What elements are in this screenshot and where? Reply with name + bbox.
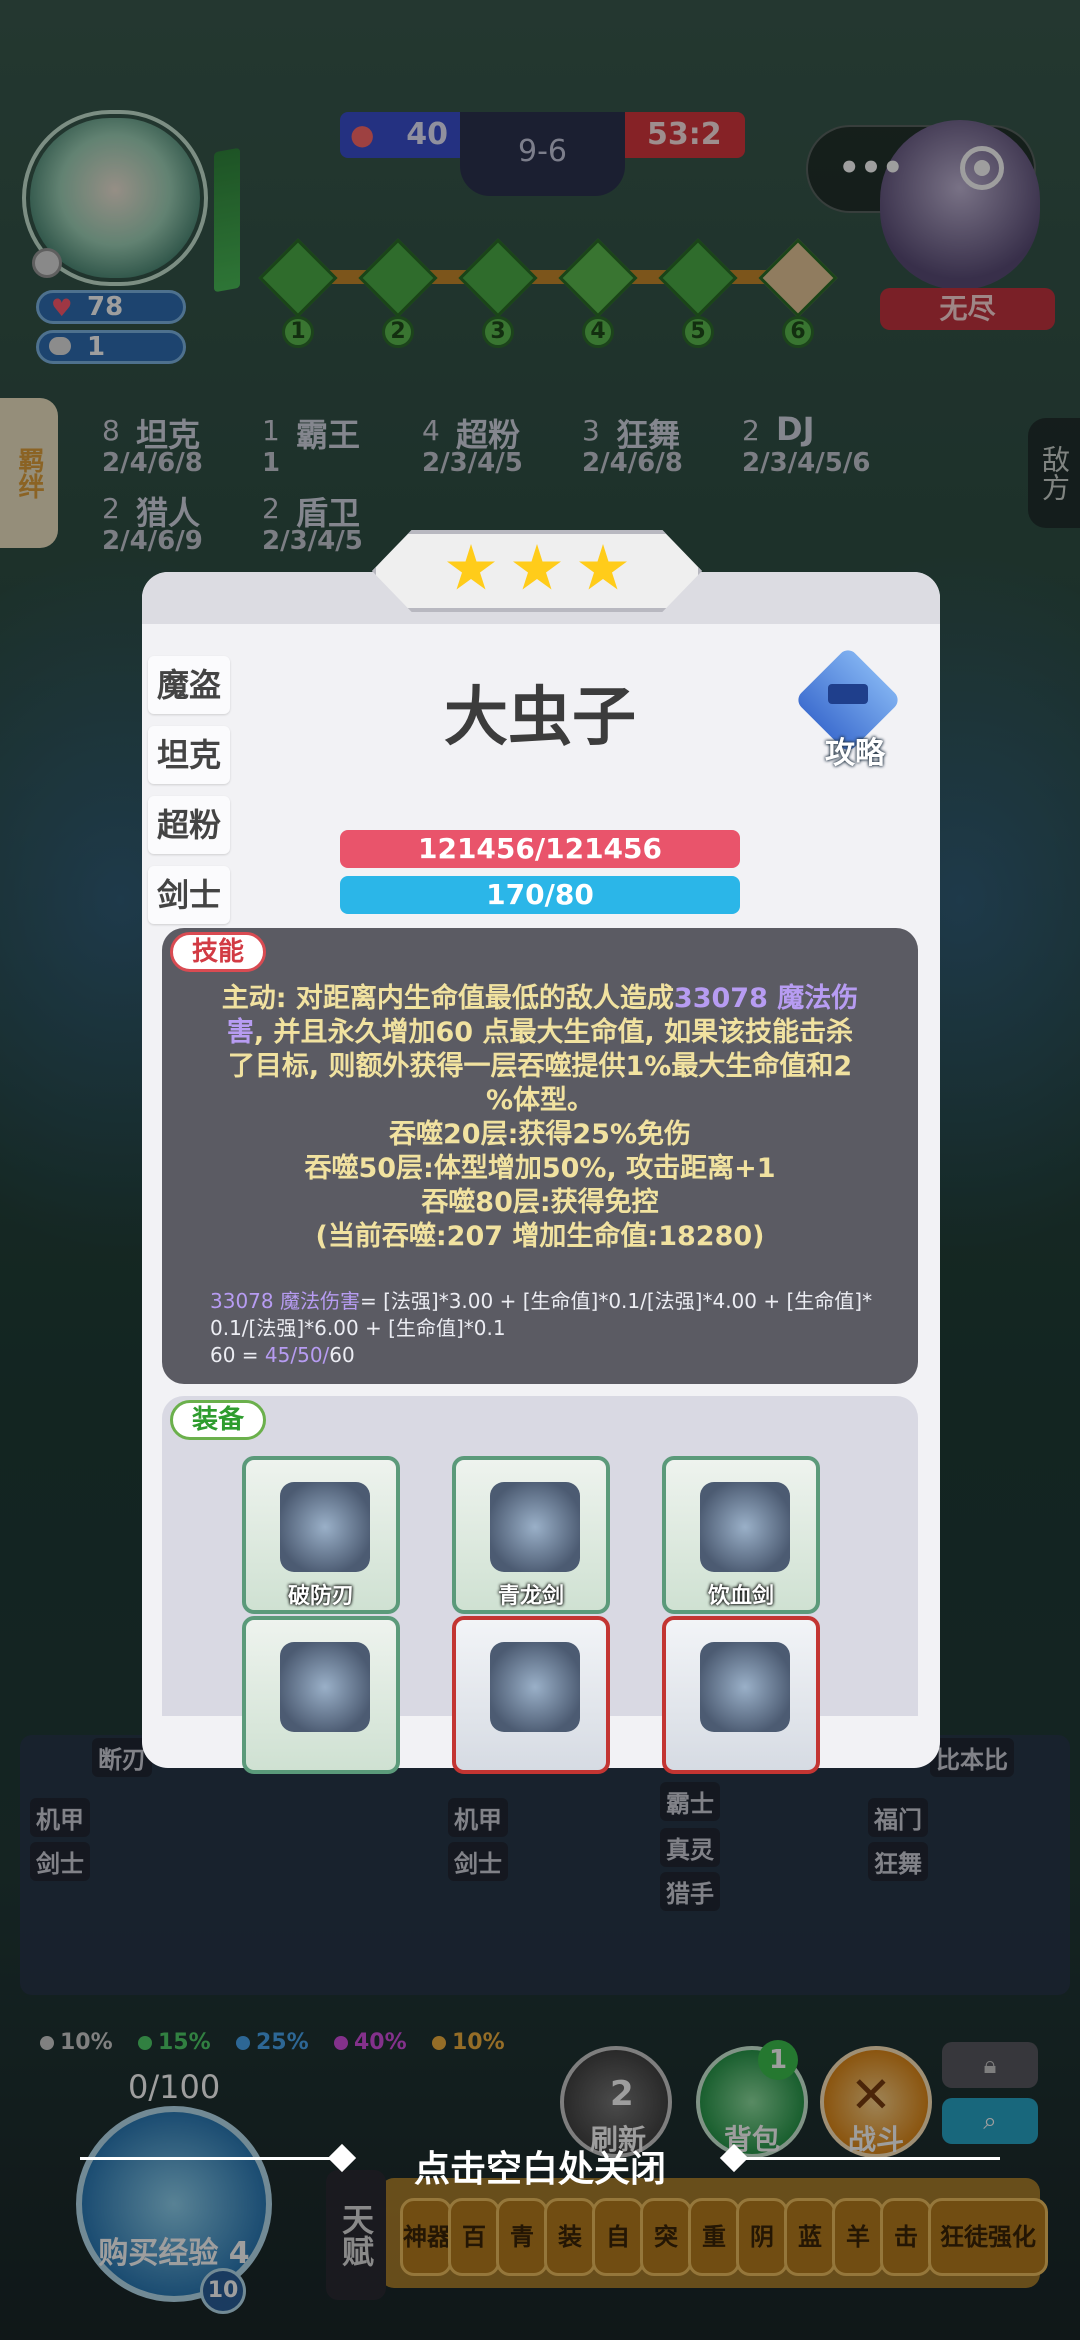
unit-mana-bar: 170/80: [340, 876, 740, 914]
equipment-name: 青龙剑: [497, 1584, 564, 1609]
guide-button[interactable]: 攻略: [794, 646, 910, 771]
equipment-slot[interactable]: [452, 1616, 610, 1774]
close-hint-line-right: [740, 2157, 1000, 2160]
equipment-slot[interactable]: 破防刃: [242, 1456, 400, 1614]
blood-scythe-icon: [700, 1482, 790, 1572]
equipment-slot[interactable]: 饮血剑: [662, 1456, 820, 1614]
skill-line: 主动: 对距离内生命值最低的敌人造成: [221, 983, 674, 1014]
trait-tag[interactable]: 剑士: [148, 866, 230, 924]
skill-line: %体型。: [485, 1085, 595, 1116]
blue-cube-icon: [280, 1642, 370, 1732]
skill-line: 吞噬80层:获得免控: [421, 1187, 659, 1218]
trait-tag[interactable]: 超粉: [148, 796, 230, 854]
formula-line: 60 =: [210, 1343, 265, 1367]
skill-line: (当前吞噬:207 增加生命值:18280): [315, 1221, 765, 1252]
trait-tag[interactable]: 魔盗: [148, 656, 230, 714]
equipment-name: 破防刃: [287, 1584, 354, 1609]
cap-glyph: [828, 684, 868, 704]
equipment-label: 装备: [170, 1400, 266, 1440]
close-hint[interactable]: 点击空白处关闭: [0, 2140, 1080, 2192]
equipment-slot[interactable]: 青龙剑: [452, 1456, 610, 1614]
equipment-name: 饮血剑: [707, 1584, 774, 1609]
skill-line: 吞噬20层:获得25%免伤: [389, 1119, 691, 1150]
skill-line: 了目标, 则额外获得一层吞噬提供1%最大生命值和2: [227, 1051, 853, 1082]
skill-label: 技能: [170, 932, 266, 972]
skill-damage-highlight: 害: [226, 1017, 254, 1048]
equipment-slot[interactable]: [662, 1616, 820, 1774]
claw-blade-icon: [280, 1482, 370, 1572]
formula-highlight: 33078 魔法伤害: [210, 1289, 360, 1313]
ice-armor-icon: [700, 1642, 790, 1732]
unit-name: 大虫子: [444, 681, 636, 755]
formula-line: 0.1/[法强]*6.00 + [生命值]*0.1: [210, 1316, 506, 1340]
guide-label: 攻略: [825, 736, 885, 771]
green-sword-icon: [490, 1482, 580, 1572]
formula-line: = [法强]*3.00 + [生命值]*0.1/[法强]*4.00 + [生命值…: [359, 1289, 873, 1313]
skill-line: 吞噬50层:体型增加50%, 攻击距离+1: [304, 1153, 776, 1184]
equipment-slot[interactable]: [242, 1616, 400, 1774]
skill-description: 主动: 对距离内生命值最低的敌人造成33078 魔法伤 害, 并且永久增加60 …: [190, 982, 890, 1254]
trait-tag[interactable]: 坦克: [148, 726, 230, 784]
formula-highlight: 45/50/: [264, 1343, 330, 1367]
skill-damage-highlight: 33078 魔法伤: [673, 983, 859, 1014]
unit-hp-bar: 121456/121456: [340, 830, 740, 868]
skill-line: , 并且永久增加60 点最大生命值, 如果该技能击杀: [253, 1017, 854, 1048]
skill-formula: 33078 魔法伤害= [法强]*3.00 + [生命值]*0.1/[法强]*4…: [210, 1288, 900, 1369]
green-helmet-icon: [490, 1642, 580, 1732]
formula-line: 60: [329, 1343, 355, 1367]
